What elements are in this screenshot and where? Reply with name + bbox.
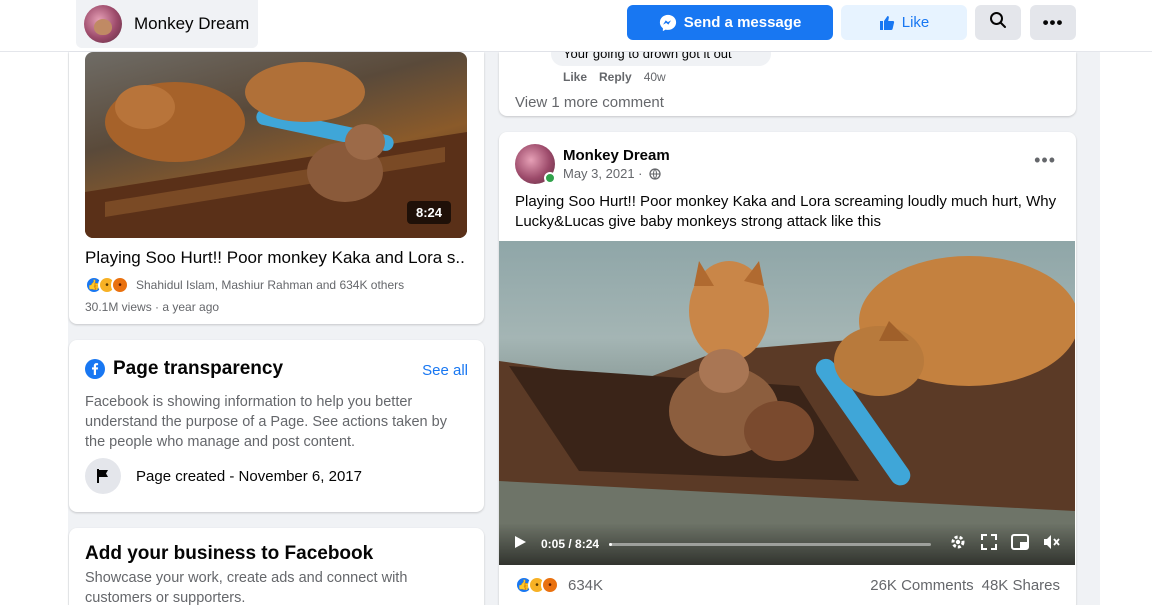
video-duration: 8:24: [406, 201, 451, 224]
angry-reaction-icon: •: [541, 576, 559, 594]
thumbs-up-icon: [879, 15, 895, 31]
search-button[interactable]: [975, 5, 1021, 40]
page-transparency-title: Page transparency: [85, 358, 283, 380]
video-thumbnail[interactable]: 8:24: [85, 52, 467, 238]
search-icon: [989, 11, 1007, 34]
post-author-avatar[interactable]: [515, 144, 556, 184]
more-icon: •••: [1042, 12, 1064, 32]
page-transparency-card: Page transparency See all Facebook is sh…: [69, 340, 484, 512]
post-author-name[interactable]: Monkey Dream: [563, 147, 670, 164]
page-created-row: Page created - November 6, 2017: [85, 458, 362, 494]
page-name-chip[interactable]: Monkey Dream: [76, 0, 258, 48]
page-header-bar: Monkey Dream Send a message Like •••: [0, 0, 1152, 52]
video-title[interactable]: Playing Soo Hurt!! Poor monkey Kaka and …: [85, 248, 465, 268]
flag-icon: [85, 458, 121, 494]
add-business-description: Showcase your work, create ads and conne…: [85, 570, 408, 605]
video-frame-art: [499, 256, 1075, 565]
angry-reaction-icon: •: [111, 276, 129, 294]
video-time: 0:05 / 8:24: [541, 537, 600, 551]
see-all-link[interactable]: See all: [422, 362, 468, 379]
online-status-dot: [544, 172, 556, 184]
comment-time[interactable]: 40w: [644, 70, 666, 84]
comments-count[interactable]: 26K Comments: [870, 577, 973, 594]
post-date: May 3, 2021 ·: [563, 166, 670, 181]
comment-like-button[interactable]: Like: [563, 70, 587, 84]
post-meta: Monkey Dream May 3, 2021 ·: [563, 147, 670, 181]
post-text: Playing Soo Hurt!! Poor monkey Kaka and …: [515, 193, 1057, 230]
video-reactions[interactable]: 👍 • • Shahidul Islam, Mashiur Rahman and…: [85, 276, 404, 294]
transparency-heading: Page transparency: [113, 358, 284, 379]
video-meta: 30.1M views · a year ago: [85, 300, 220, 314]
pip-icon[interactable]: [1011, 534, 1029, 554]
globe-icon: [649, 168, 661, 180]
page-name[interactable]: Monkey Dream: [134, 14, 249, 34]
post-card: Monkey Dream May 3, 2021 · ••• Playing S…: [499, 132, 1076, 605]
video-progress-fill: [609, 542, 613, 546]
post-reaction-icons[interactable]: 👍 • •: [515, 576, 559, 594]
post-footer: 👍 • • 634K 26K Comments 48K Shares: [515, 576, 1060, 594]
send-message-label: Send a message: [683, 14, 802, 31]
reaction-icons: 👍 • •: [85, 276, 129, 294]
comments-card: Your going to drown got it out Like Repl…: [499, 52, 1076, 116]
play-icon[interactable]: [513, 535, 527, 553]
settings-icon[interactable]: [949, 533, 967, 555]
video-controls: 0:05 / 8:24: [499, 523, 1075, 565]
post-video[interactable]: 0:05 / 8:24: [499, 241, 1075, 565]
add-business-card: Add your business to Facebook Showcase y…: [69, 528, 484, 605]
info-icon: [85, 359, 105, 379]
post-date-text[interactable]: May 3, 2021 ·: [563, 166, 643, 181]
page-avatar[interactable]: [84, 5, 122, 43]
fullscreen-icon[interactable]: [981, 534, 997, 554]
video-progress-bar[interactable]: [609, 542, 931, 546]
send-message-button[interactable]: Send a message: [627, 5, 833, 40]
like-page-label: Like: [901, 14, 930, 31]
shares-count[interactable]: 48K Shares: [982, 577, 1060, 594]
comment-bubble: Your going to drown got it out: [551, 52, 771, 66]
comment-actions: Like Reply 40w: [563, 70, 666, 84]
video-card: 8:24 Playing Soo Hurt!! Poor monkey Kaka…: [69, 52, 484, 324]
post-header: Monkey Dream May 3, 2021 ·: [515, 144, 670, 184]
comment-reply-button[interactable]: Reply: [599, 70, 632, 84]
like-page-button[interactable]: Like: [841, 5, 967, 40]
transparency-description: Facebook is showing information to help …: [85, 394, 447, 450]
reactions-text: Shahidul Islam, Mashiur Rahman and 634K …: [136, 278, 405, 292]
mute-icon[interactable]: [1043, 534, 1061, 554]
page-created-text: Page created - November 6, 2017: [136, 467, 362, 485]
post-more-icon[interactable]: •••: [1034, 150, 1056, 171]
messenger-icon: [659, 14, 677, 32]
add-business-title: Add your business to Facebook: [85, 543, 374, 564]
more-options-button[interactable]: •••: [1030, 5, 1076, 40]
reactions-count[interactable]: 634K: [568, 577, 603, 594]
view-more-comments[interactable]: View 1 more comment: [515, 94, 664, 111]
